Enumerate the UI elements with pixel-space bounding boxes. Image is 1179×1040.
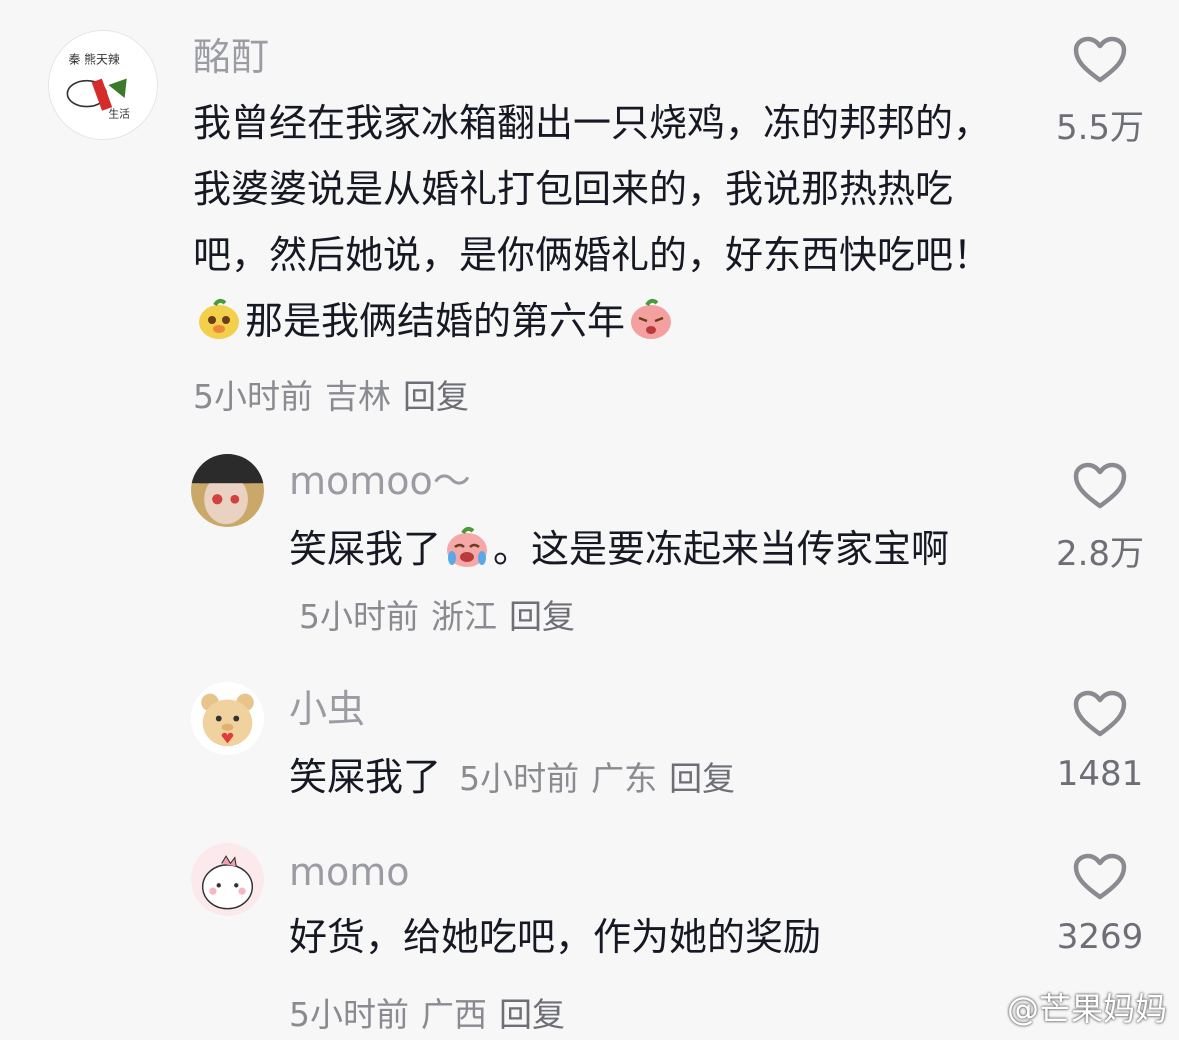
- reply-button[interactable]: 回复: [403, 377, 469, 416]
- comment-time: 5小时前: [289, 995, 409, 1034]
- like-button[interactable]: 2.8万: [1040, 462, 1160, 575]
- heart-icon: [1073, 690, 1127, 737]
- like-button[interactable]: 5.5万: [1040, 36, 1160, 149]
- like-count: 3269: [1056, 917, 1144, 957]
- like-button[interactable]: 3269: [1040, 853, 1160, 957]
- heart-icon: [1073, 853, 1127, 900]
- emoji-icon: [443, 522, 491, 570]
- avatar[interactable]: [191, 843, 264, 916]
- comment-time: 5小时前: [459, 759, 580, 798]
- comment-text-part: 。这是要冻起来当传家宝啊: [493, 527, 950, 571]
- heart-icon: [1073, 462, 1127, 509]
- comment-text-part: 笑屎我了: [289, 755, 442, 799]
- comment-meta: 5小时前 广西 回复: [289, 988, 577, 1036]
- heart-icon: [1073, 36, 1127, 83]
- comment-meta: 5小时前 浙江 回复: [299, 597, 587, 636]
- comment-meta: 5小时前 广东 回复: [459, 759, 747, 798]
- like-button[interactable]: 1481: [1040, 690, 1160, 794]
- comment-text: 笑屎我了 5小时前 广东 回复: [289, 744, 1009, 812]
- comment-location: 浙江: [431, 597, 497, 636]
- svg-text:生活: 生活: [108, 106, 130, 120]
- comment-meta: 5小时前 吉林 回复: [193, 370, 481, 418]
- comment-text-part: 那是我俩结婚的第六年: [245, 299, 626, 343]
- comment-time: 5小时前: [299, 597, 419, 636]
- avatar[interactable]: [191, 454, 264, 527]
- svg-text:秦 熊天辣: 秦 熊天辣: [68, 52, 119, 66]
- reply-button[interactable]: 回复: [499, 995, 565, 1034]
- reply-button[interactable]: 回复: [509, 597, 575, 636]
- emoji-icon: [195, 294, 243, 342]
- watermark: @芒果妈妈: [1006, 990, 1167, 1028]
- comment-text: 我曾经在我家冰箱翻出一只烧鸡，冻的邦邦的，我婆婆说是从婚礼打包回来的，我说那热热…: [193, 90, 1023, 354]
- emoji-icon: [627, 294, 675, 342]
- avatar[interactable]: [191, 682, 264, 755]
- comment-text-part: 我曾经在我家冰箱翻出一只烧鸡，冻的邦邦的，我婆婆说是从婚礼打包回来的，我说那热热…: [193, 101, 992, 277]
- like-count: 5.5万: [1055, 108, 1145, 148]
- comment-text-part: 好货，给她吃吧，作为她的奖励: [289, 915, 822, 959]
- comment-time: 5小时前: [193, 377, 313, 416]
- comment-location: 吉林: [325, 377, 391, 416]
- comment-text: 笑屎我了 。这是要冻起来当传家宝啊 5小时前 浙江 回复: [289, 516, 1009, 650]
- comment-username[interactable]: 酩酊: [193, 38, 269, 76]
- like-count: 2.8万: [1055, 534, 1145, 574]
- comment-username[interactable]: momo: [289, 853, 410, 891]
- comment-location: 广西: [421, 995, 487, 1034]
- comment-username[interactable]: 小虫: [289, 690, 365, 728]
- avatar[interactable]: 秦 熊天辣 生活: [48, 30, 158, 140]
- comment-location: 广东: [591, 759, 658, 798]
- comment-text: 好货，给她吃吧，作为她的奖励: [289, 904, 1009, 970]
- like-count: 1481: [1056, 754, 1144, 794]
- comment-text-part: 笑屎我了: [289, 527, 442, 571]
- comment-username[interactable]: momoo～: [289, 462, 471, 500]
- reply-button[interactable]: 回复: [669, 759, 735, 798]
